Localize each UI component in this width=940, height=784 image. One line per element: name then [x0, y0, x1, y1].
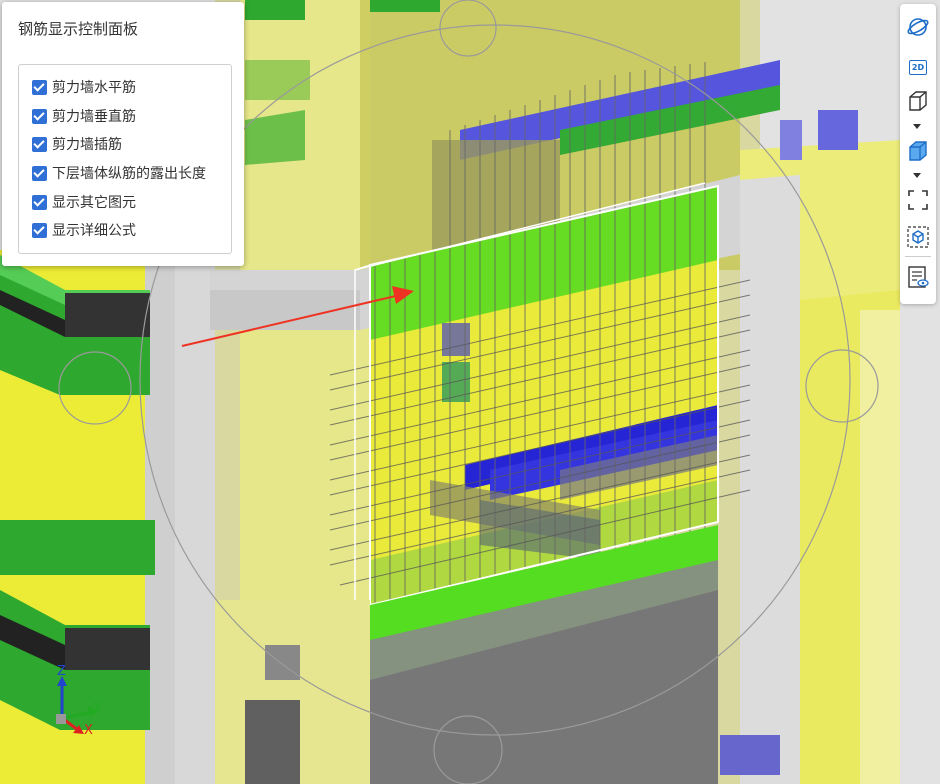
checkbox-checked-icon[interactable]	[32, 79, 47, 95]
wireframe-view-button[interactable]	[905, 88, 931, 114]
axis-label-x: X	[84, 723, 93, 738]
checkbox-checked-icon[interactable]	[32, 136, 47, 152]
view-toolbar: 2D	[900, 4, 936, 304]
cube-selection-button[interactable]	[905, 224, 931, 250]
option-list: 剪力墙水平筋 剪力墙垂直筋 剪力墙插筋 下层墙体纵筋的露出长度 显示其它图元 显…	[18, 64, 232, 254]
solid-view-button[interactable]	[905, 138, 931, 164]
checkbox-checked-icon[interactable]	[32, 194, 47, 210]
cube-selection-icon	[907, 226, 929, 248]
orbit-button[interactable]	[905, 14, 931, 40]
option-shear-wall-dowel-rebar[interactable]: 剪力墙插筋	[32, 134, 122, 154]
toolbar-divider	[905, 256, 931, 257]
axis-label-y: Y	[94, 701, 102, 716]
option-show-other-elements[interactable]: 显示其它图元	[32, 192, 136, 212]
orbit-icon	[907, 18, 929, 36]
checkbox-checked-icon[interactable]	[32, 108, 47, 124]
panel-title: 钢筋显示控制面板	[18, 20, 139, 38]
axis-label-z: Z	[57, 664, 66, 679]
option-shear-wall-vertical-rebar[interactable]: 剪力墙垂直筋	[32, 106, 136, 126]
option-shear-wall-horizontal-rebar[interactable]: 剪力墙水平筋	[32, 77, 136, 97]
property-view-button[interactable]	[905, 264, 931, 290]
property-view-icon	[908, 266, 929, 288]
option-show-detailed-formula[interactable]: 显示详细公式	[32, 220, 136, 240]
2d-view-button[interactable]: 2D	[905, 54, 931, 80]
solid-cube-icon	[909, 141, 927, 161]
checkbox-checked-icon[interactable]	[32, 222, 47, 238]
fit-view-button[interactable]	[905, 187, 931, 213]
wireframe-cube-icon	[909, 91, 927, 111]
rebar-display-control-panel: 钢筋显示控制面板 剪力墙水平筋 剪力墙垂直筋 剪力墙插筋 下层墙体纵筋的露出长度…	[2, 2, 244, 266]
checkbox-checked-icon[interactable]	[32, 165, 47, 181]
2d-view-icon: 2D	[908, 59, 928, 75]
wireframe-dropdown-arrow-icon[interactable]	[913, 124, 921, 129]
fit-view-icon	[908, 190, 928, 210]
solid-dropdown-arrow-icon[interactable]	[913, 173, 921, 178]
option-lower-wall-rebar-exposed-length[interactable]: 下层墙体纵筋的露出长度	[32, 163, 206, 183]
